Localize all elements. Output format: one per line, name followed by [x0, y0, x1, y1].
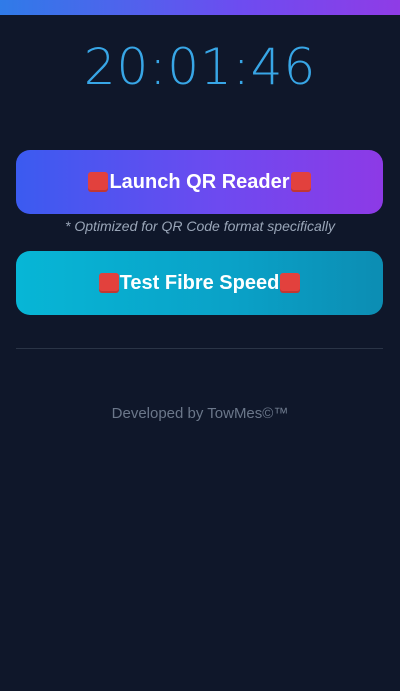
- clock-display: 20:01:46: [83, 38, 317, 96]
- red-square-icon: [88, 172, 109, 192]
- launch-qr-reader-button[interactable]: Launch QR Reader: [16, 150, 383, 214]
- red-square-icon: [98, 273, 119, 293]
- developer-credit: Developed by TowMes©™: [111, 405, 289, 422]
- red-square-icon: [280, 273, 301, 293]
- top-accent-bar: [0, 0, 400, 15]
- app-screen: 20:01:46 Launch QR Reader * Optimized fo…: [0, 0, 400, 691]
- test-fibre-speed-label: Test Fibre Speed: [119, 271, 280, 294]
- red-square-icon: [290, 172, 311, 192]
- qr-format-note: * Optimized for QR Code format specifica…: [65, 218, 335, 234]
- divider: [16, 348, 383, 349]
- launch-qr-reader-label: Launch QR Reader: [109, 170, 290, 193]
- test-fibre-speed-button[interactable]: Test Fibre Speed: [16, 251, 383, 315]
